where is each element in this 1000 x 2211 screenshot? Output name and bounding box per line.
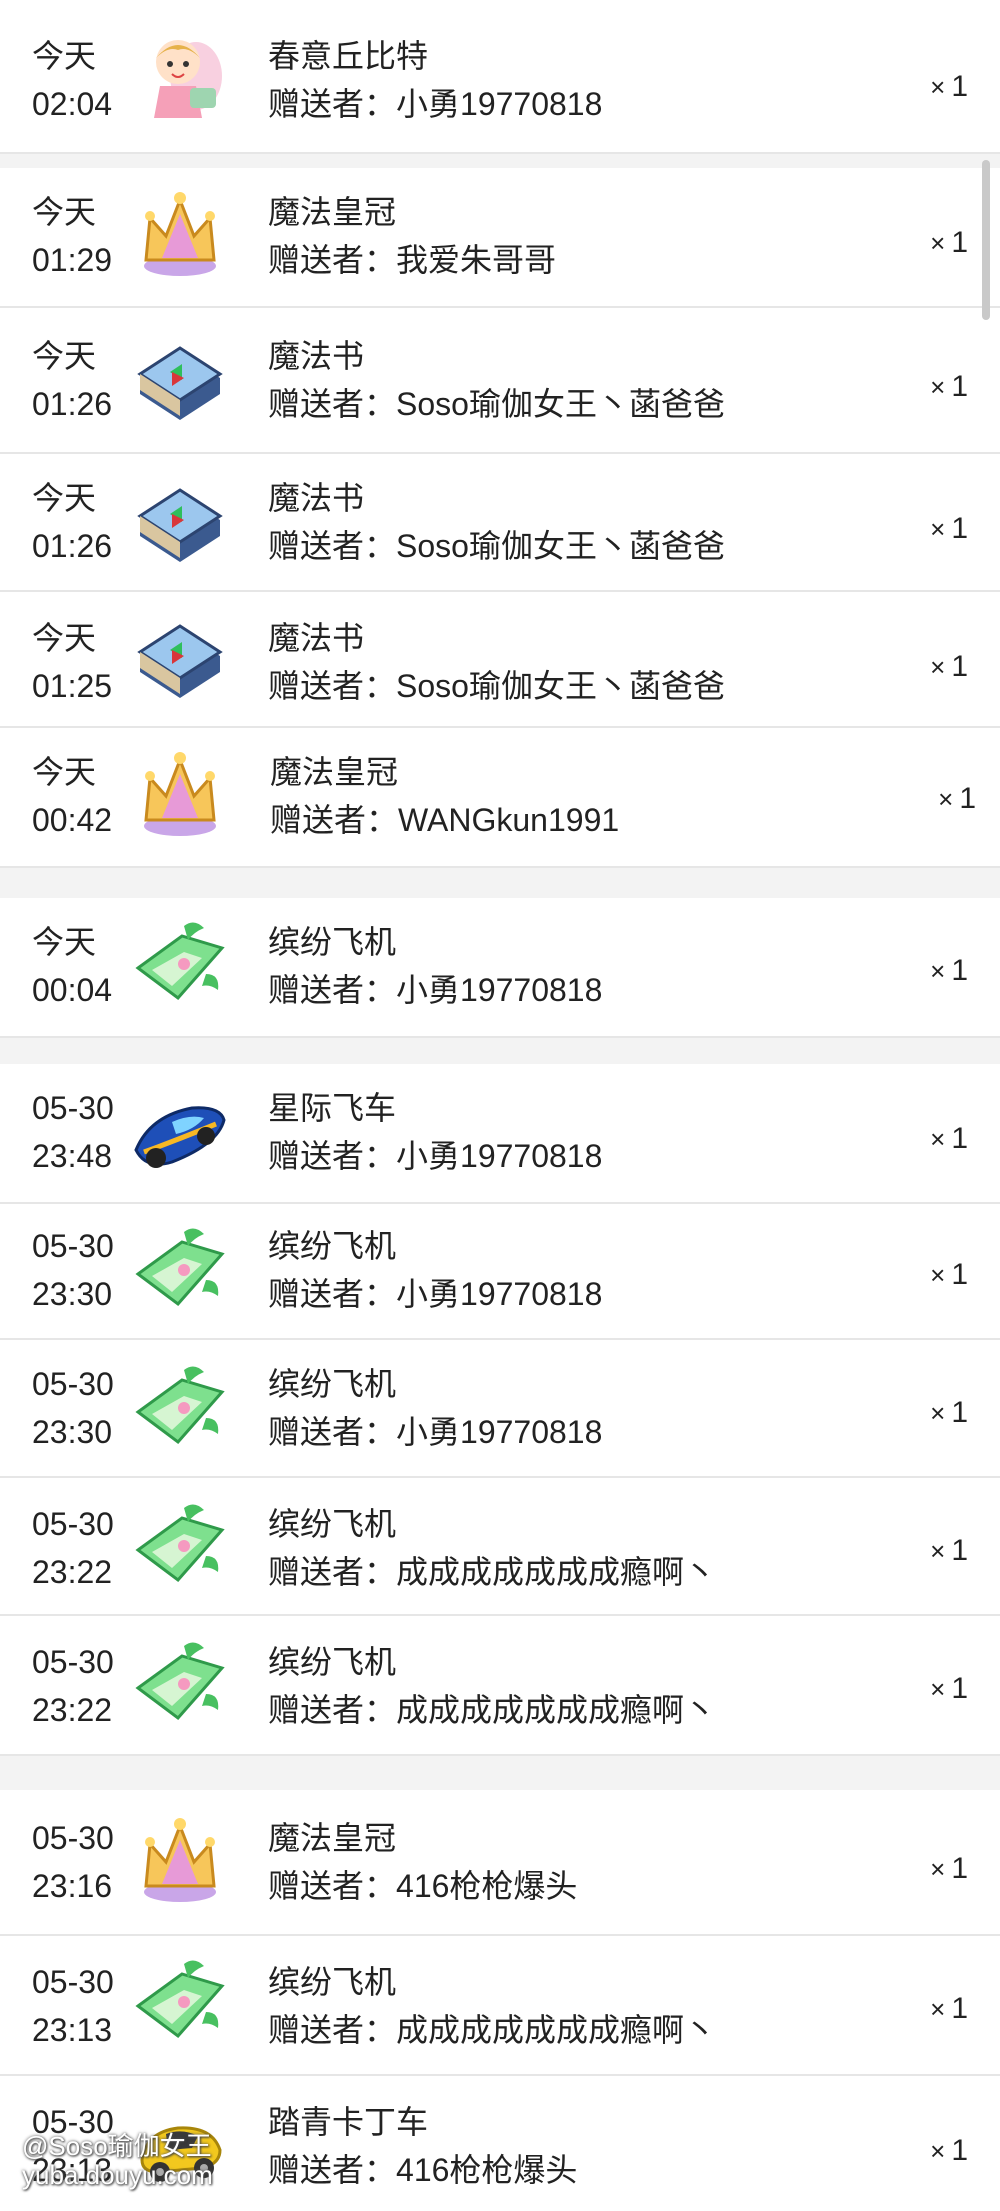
timestamp: 05-30 23:22 [32,1644,114,1728]
timestamp: 今天 00:42 [32,754,113,838]
list-item: 05-30 23:48 星际飞车赠送者：小勇19770818 × 1 [0,1064,1000,1204]
timestamp: 05-30 23:30 [32,1366,114,1450]
gift-quantity: × 1 [930,650,968,683]
gift-quantity: × 1 [930,370,968,403]
crown-icon [132,184,228,280]
gift-quantity: × 1 [930,512,968,545]
giver: 赠送者：成成成成成成成瘾啊丶 [268,2012,717,2048]
list-item: 今天 00:42 魔法皇冠赠送者：WANGkun1991 × 1 [0,728,1000,868]
list-item: 05-30 23:13 缤纷飞机赠送者：成成成成成成成瘾啊丶 × 1 [0,1936,1000,2076]
gift-name: 踏青卡丁车 [268,2104,429,2140]
timestamp: 今天 01:25 [32,620,113,704]
giver: 赠送者：小勇19770818 [268,1138,603,1174]
giver: 赠送者：Soso瑜伽女王丶菡爸爸 [268,528,725,564]
gift-name: 缤纷飞机 [268,1644,397,1680]
giver: 赠送者：416枪枪爆头 [268,2152,578,2188]
gift-quantity: × 1 [930,1992,968,2025]
giver: 赠送者：小勇19770818 [268,1414,603,1450]
giver: 赠送者：成成成成成成成瘾啊丶 [268,1692,717,1728]
gift-name: 缤纷飞机 [268,924,397,960]
crown-icon [132,744,228,840]
gift-quantity: × 1 [930,1396,968,1429]
list-item: 05-30 23:30 缤纷飞机赠送者：小勇19770818 × 1 [0,1340,1000,1478]
gift-name: 缤纷飞机 [268,1506,397,1542]
giver: 赠送者：Soso瑜伽女王丶菡爸爸 [268,386,725,422]
timestamp: 05-30 23:22 [32,1506,114,1590]
timestamp: 今天 01:26 [32,480,113,564]
gift-quantity: × 1 [930,1122,968,1155]
gift-name: 缤纷飞机 [268,1228,397,1264]
timestamp: 05-30 23:16 [32,1820,114,1904]
list-item: 05-30 23:22 缤纷飞机赠送者：成成成成成成成瘾啊丶 × 1 [0,1478,1000,1616]
magic-book-icon [132,610,228,706]
gift-name: 春意丘比特 [268,38,429,74]
timestamp: 今天 02:04 [32,38,113,122]
plane-icon [132,1634,228,1730]
gift-quantity: × 1 [930,1534,968,1567]
gift-name: 缤纷飞机 [268,1964,397,2000]
giver: 赠送者：我爱朱哥哥 [268,242,557,278]
watermark-handle: @Soso瑜伽女王 [22,2131,212,2161]
gift-name: 魔法书 [268,480,365,516]
race-car-icon [132,1086,228,1182]
timestamp: 今天 01:29 [32,194,113,278]
giver: 赠送者：WANGkun1991 [270,802,620,838]
list-item: 今天 00:04 缤纷飞机赠送者：小勇19770818 × 1 [0,898,1000,1038]
gift-name: 魔法书 [268,620,365,656]
gift-quantity: × 1 [930,1672,968,1705]
timestamp: 今天 01:26 [32,338,113,422]
list-item: 05-30 23:30 缤纷飞机赠送者：小勇19770818 × 1 [0,1204,1000,1340]
giver: 赠送者：小勇19770818 [268,86,603,122]
plane-icon [132,1358,228,1454]
gift-quantity: × 1 [930,2134,968,2167]
timestamp: 今天 00:04 [32,924,113,1008]
giver: 赠送者：小勇19770818 [268,1276,603,1312]
timestamp: 05-30 23:13 [32,1964,114,2048]
gift-quantity: × 1 [930,1258,968,1291]
gift-name: 魔法皇冠 [268,1820,397,1856]
plane-icon [132,1220,228,1316]
magic-book-icon [132,332,228,428]
giver: 赠送者：416枪枪爆头 [268,1868,578,1904]
gift-name: 魔法皇冠 [270,754,399,790]
timestamp: 05-30 23:30 [32,1228,114,1312]
cupid-icon [132,28,228,124]
magic-book-icon [132,474,228,570]
gift-name: 魔法书 [268,338,365,374]
giver: 赠送者：成成成成成成成瘾啊丶 [268,1554,717,1590]
plane-icon [132,1952,228,2048]
plane-icon [132,1496,228,1592]
gift-quantity: × 1 [930,226,968,259]
timestamp: 05-30 23:48 [32,1090,114,1174]
gift-record-list: 今天 02:04 春意丘比特赠送者：小勇19770818 × 1 今天 01:29 魔… [0,0,1000,2211]
giver: 赠送者：Soso瑜伽女王丶菡爸爸 [268,668,725,704]
gift-quantity: × 1 [930,70,968,103]
list-item: 今天 02:04 春意丘比特赠送者：小勇19770818 × 1 [0,0,1000,154]
list-item: 05-30 23:16 魔法皇冠赠送者：416枪枪爆头 × 1 [0,1790,1000,1936]
crown-icon [132,1810,228,1906]
gift-name: 缤纷飞机 [268,1366,397,1402]
gift-quantity: × 1 [930,1852,968,1885]
gift-name: 星际飞车 [268,1090,397,1126]
gift-quantity: × 1 [930,954,968,987]
list-item: 今天 01:29 魔法皇冠赠送者：我爱朱哥哥 × 1 [0,168,1000,308]
list-item: 今天 01:26 魔法书赠送者：Soso瑜伽女王丶菡爸爸 × 1 [0,454,1000,592]
gift-name: 魔法皇冠 [268,194,397,230]
scrollbar[interactable] [982,160,990,320]
list-item: 今天 01:26 魔法书赠送者：Soso瑜伽女王丶菡爸爸 × 1 [0,308,1000,454]
gift-quantity: × 1 [938,782,976,815]
list-item: 05-30 23:22 缤纷飞机赠送者：成成成成成成成瘾啊丶 × 1 [0,1616,1000,1756]
list-item: 今天 01:25 魔法书赠送者：Soso瑜伽女王丶菡爸爸 × 1 [0,592,1000,728]
giver: 赠送者：小勇19770818 [268,972,603,1008]
watermark-url: yuba.douyu.com [22,2160,213,2190]
plane-icon [132,914,228,1010]
